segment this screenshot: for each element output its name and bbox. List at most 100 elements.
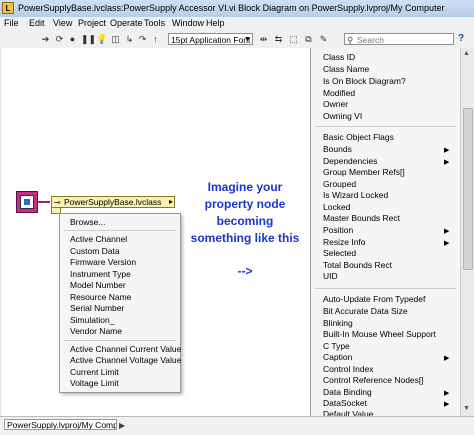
class-constant-icon[interactable] — [16, 191, 38, 213]
annotation-line: property node — [204, 197, 286, 211]
run-continuously-icon[interactable]: ⟳ — [54, 34, 65, 45]
menu-item[interactable]: Owner — [323, 99, 348, 109]
menu-operate[interactable]: Operate — [110, 18, 143, 28]
menu-bar: File Edit View Project Operate Tools Win… — [0, 17, 474, 32]
project-path-field[interactable]: PowerSupply.lvproj/My Computer — [4, 419, 117, 430]
menu-item[interactable]: UID — [323, 271, 338, 281]
search-icon: ⚲ — [347, 35, 354, 45]
step-over-icon[interactable]: ↷ — [137, 34, 148, 45]
menu-item[interactable]: Bounds — [323, 144, 352, 154]
menu-file[interactable]: File — [4, 18, 19, 28]
align-objects-icon[interactable]: ⇹ — [258, 34, 269, 45]
menu-item[interactable]: C Type — [323, 341, 350, 351]
menu-project[interactable]: Project — [78, 18, 106, 28]
run-arrow-icon[interactable]: ➔ — [40, 34, 51, 45]
menu-item[interactable]: Data Binding — [323, 387, 372, 397]
menu-item[interactable]: Voltage Limit — [70, 378, 119, 388]
menu-item[interactable]: Locked — [323, 202, 350, 212]
menu-item[interactable]: Vendor Name — [70, 326, 122, 336]
menu-item[interactable]: Built-In Mouse Wheel Support — [323, 329, 436, 339]
distribute-objects-icon[interactable]: ⇆ — [273, 34, 284, 45]
abort-icon[interactable]: ● — [67, 34, 78, 45]
menu-item[interactable]: Dependencies — [323, 156, 377, 166]
menu-item[interactable]: Active Channel — [70, 234, 127, 244]
submenu-arrow-icon: ▶ — [444, 390, 450, 397]
property-popup-menu: Browse... Active Channel Custom Data Fir… — [59, 213, 181, 393]
menu-item[interactable]: Control Index — [323, 364, 374, 374]
menu-item[interactable]: Modified — [323, 88, 355, 98]
scroll-up-icon[interactable]: ▲ — [463, 50, 470, 57]
class-wire[interactable] — [38, 201, 50, 203]
font-select[interactable]: 15pt Application Font ▼ — [168, 33, 253, 45]
menu-item[interactable]: Bit Accurate Data Size — [323, 306, 408, 316]
submenu-arrow-icon: ▶ — [444, 147, 450, 154]
step-into-icon[interactable]: ↳ — [124, 34, 135, 45]
scroll-down-icon[interactable]: ▼ — [463, 405, 470, 412]
submenu-arrow-icon: ▶ — [444, 240, 450, 247]
menu-item[interactable]: Custom Data — [70, 246, 120, 256]
highlight-execution-icon[interactable]: 💡 — [96, 34, 107, 45]
context-help-icon[interactable]: ? — [458, 33, 470, 45]
menu-item[interactable]: Selected — [323, 248, 356, 258]
annotation-arrow: --> — [237, 264, 253, 278]
menu-view[interactable]: View — [53, 18, 72, 28]
menu-item[interactable]: Is Wizard Locked — [323, 190, 388, 200]
menu-item-browse[interactable]: Browse... — [70, 217, 105, 227]
search-input[interactable]: ⚲ Search — [344, 33, 454, 45]
chevron-right-icon[interactable]: ▶ — [119, 421, 125, 430]
menu-item[interactable]: Blinking — [323, 318, 353, 328]
annotation-line: Imagine your — [207, 180, 283, 194]
clean-up-diagram-icon[interactable]: ✎ — [318, 34, 329, 45]
menu-item[interactable]: Active Channel Voltage Value — [70, 355, 181, 365]
title-bar: L PowerSupplyBase.lvclass:PowerSupply Ac… — [0, 0, 474, 18]
submenu-arrow-icon: ▶ — [444, 401, 450, 408]
menu-item[interactable]: Active Channel Current Value — [70, 344, 181, 354]
property-node-ref-icon: ⊸ — [54, 198, 61, 207]
submenu-arrow-icon: ▶ — [444, 159, 450, 166]
resize-objects-icon[interactable]: ⬚ — [288, 34, 299, 45]
chevron-down-icon: ▼ — [244, 36, 251, 43]
menu-item[interactable]: Simulation_ — [70, 315, 114, 325]
step-out-icon[interactable]: ↑ — [150, 34, 161, 45]
submenu-arrow-icon: ▶ — [444, 228, 450, 235]
labview-window: L PowerSupplyBase.lvclass:PowerSupply Ac… — [0, 0, 474, 435]
menu-item[interactable]: Caption — [323, 352, 352, 362]
menu-item[interactable]: Is On Block Diagram? — [323, 76, 406, 86]
menu-item[interactable]: Current Limit — [70, 367, 119, 377]
menu-edit[interactable]: Edit — [29, 18, 45, 28]
menu-item[interactable]: Instrument Type — [70, 269, 131, 279]
menu-item[interactable]: Group Member Refs[] — [323, 167, 405, 177]
menu-item[interactable]: DataSocket — [323, 398, 367, 408]
menu-separator — [64, 340, 176, 341]
menu-item[interactable]: Auto-Update From Typedef — [323, 294, 425, 304]
menu-item[interactable]: Control Reference Nodes[] — [323, 375, 424, 385]
menu-item[interactable]: Total Bounds Rect — [323, 260, 392, 270]
menu-item[interactable]: Position — [323, 225, 353, 235]
class-icon-face — [20, 195, 34, 209]
menu-tools[interactable]: Tools — [144, 18, 165, 28]
scrollbar-thumb[interactable] — [463, 108, 473, 270]
retain-wire-values-icon[interactable]: ◫ — [110, 34, 121, 45]
menu-item[interactable]: Basic Object Flags — [323, 132, 394, 142]
menu-window[interactable]: Window — [172, 18, 204, 28]
menu-item[interactable]: Resize Info — [323, 237, 366, 247]
menu-item[interactable]: Class ID — [323, 52, 355, 62]
menu-separator — [315, 288, 456, 289]
menu-item[interactable]: Owning VI — [323, 111, 362, 121]
property-node-label: PowerSupplyBase.lvclass — [64, 197, 162, 207]
menu-item[interactable]: Resource Name — [70, 292, 131, 302]
pause-icon[interactable]: ❚❚ — [81, 34, 96, 45]
menu-item[interactable]: Serial Number — [70, 303, 124, 313]
menu-help[interactable]: Help — [206, 18, 225, 28]
reorder-icon[interactable]: ⧉ — [303, 34, 314, 45]
menu-item[interactable]: Model Number — [70, 280, 126, 290]
menu-item[interactable]: Firmware Version — [70, 257, 136, 267]
property-node[interactable]: ⊸ PowerSupplyBase.lvclass ▸ — [51, 196, 175, 208]
menu-item[interactable]: Grouped — [323, 179, 356, 189]
menu-item[interactable]: Class Name — [323, 64, 369, 74]
menu-item[interactable]: Master Bounds Rect — [323, 213, 400, 223]
window-title: PowerSupplyBase.lvclass:PowerSupply Acce… — [18, 3, 445, 13]
vertical-scrollbar[interactable]: ▲ ▼ — [460, 48, 474, 416]
toolbar: ➔ ⟳ ● ❚❚ 💡 ◫ ↳ ↷ ↑ 15pt Application Font… — [0, 31, 474, 49]
labview-app-icon: L — [2, 2, 14, 14]
